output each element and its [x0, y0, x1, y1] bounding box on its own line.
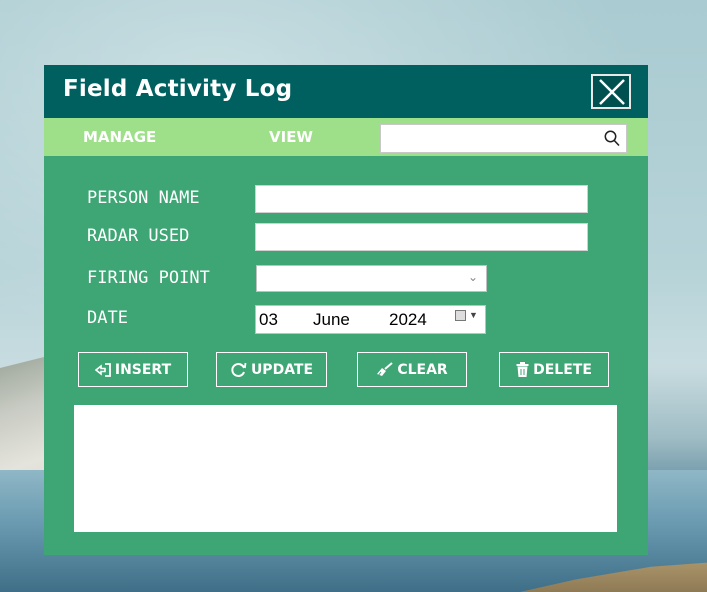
menu-view[interactable]: VIEW — [269, 128, 313, 146]
dropdown-arrow-icon[interactable]: ▼ — [469, 310, 478, 320]
person-name-field[interactable] — [255, 185, 588, 213]
date-year[interactable]: 2024 — [389, 310, 427, 330]
delete-button[interactable]: DELETE — [499, 352, 609, 387]
menu-manage[interactable]: MANAGE — [83, 128, 156, 146]
field-activity-log-window: Field Activity Log MANAGE VIEW PERSON NA… — [44, 65, 648, 555]
records-display[interactable] — [74, 405, 617, 532]
search-icon[interactable] — [604, 130, 620, 147]
update-button[interactable]: UPDATE — [216, 352, 327, 387]
insert-icon — [94, 362, 111, 377]
date-picker[interactable]: 03 June 2024 ▼ — [255, 305, 486, 334]
delete-label: DELETE — [533, 361, 592, 378]
close-button[interactable] — [591, 74, 631, 109]
firing-point-label: FIRING POINT — [87, 268, 210, 288]
search-input[interactable] — [385, 128, 589, 150]
clear-button[interactable]: CLEAR — [357, 352, 467, 387]
broom-icon — [376, 362, 393, 377]
update-label: UPDATE — [250, 361, 314, 378]
chevron-down-icon: ⌄ — [467, 270, 478, 284]
clear-label: CLEAR — [397, 361, 448, 378]
person-name-label: PERSON NAME — [87, 188, 200, 208]
insert-button[interactable]: INSERT — [78, 352, 188, 387]
window-title: Field Activity Log — [63, 76, 293, 102]
trash-icon — [516, 362, 529, 377]
date-label: DATE — [87, 308, 128, 328]
calendar-icon[interactable] — [455, 310, 466, 321]
firing-point-dropdown[interactable]: ⌄ — [256, 265, 487, 292]
insert-label: INSERT — [114, 361, 172, 378]
date-day[interactable]: 03 — [259, 310, 278, 330]
search-box — [380, 124, 627, 153]
date-month[interactable]: June — [313, 310, 350, 330]
radar-used-label: RADAR USED — [87, 226, 190, 246]
radar-used-field[interactable] — [255, 223, 588, 251]
title-bar: Field Activity Log — [44, 65, 648, 118]
close-icon — [599, 79, 625, 105]
refresh-icon — [230, 362, 247, 378]
menu-bar: MANAGE VIEW — [44, 118, 648, 156]
